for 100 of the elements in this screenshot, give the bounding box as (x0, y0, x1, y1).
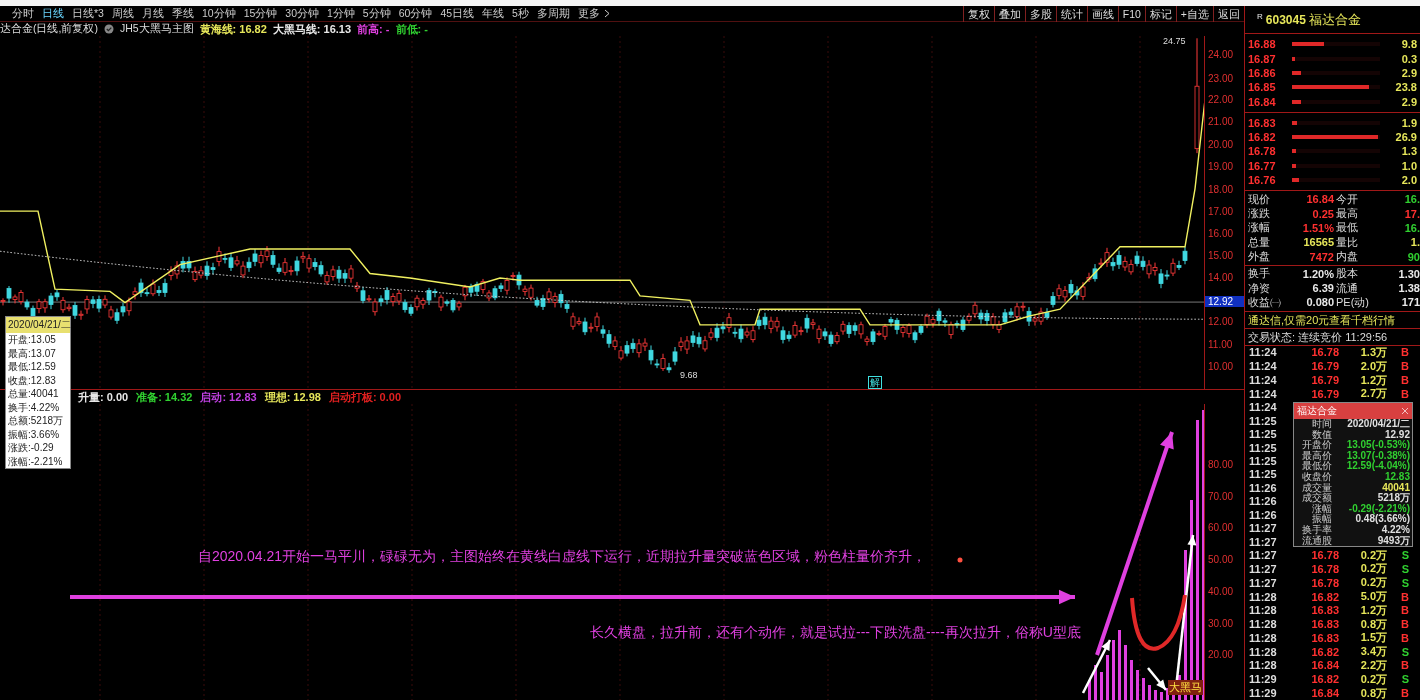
period-tab[interactable]: 周线 (107, 6, 138, 21)
popup-label: 收盘价 (1301, 471, 1332, 483)
period-tab[interactable]: 5分钟 (358, 6, 395, 21)
trade-volume: 3.4万 (1359, 644, 1387, 660)
low-price-label: 9.68 (680, 370, 698, 380)
trade-volume: 2.7万 (1359, 386, 1387, 402)
badge-label: R (1257, 12, 1263, 21)
toolbar-button[interactable]: 多股 (1024, 5, 1056, 22)
period-tab[interactable]: 多周期 (532, 6, 574, 21)
popup-value: 12.92 (1383, 429, 1410, 440)
axis-label: 17.00 (1208, 206, 1234, 217)
trade-side: S (1400, 576, 1409, 589)
trade-side: B (1400, 374, 1409, 387)
toolbar-button[interactable]: 画线 (1086, 5, 1118, 22)
indicator-value: 大黑马线: 16.13 (272, 21, 352, 37)
trade-volume: 0.8万 (1359, 685, 1387, 700)
axis-label: 20.00 (1208, 649, 1234, 661)
axis-label: 30.00 (1208, 617, 1234, 629)
current-price-label: 12.92 (1205, 296, 1244, 308)
order-volume: 9.8 (1400, 38, 1417, 51)
order-volume: 1.3 (1400, 145, 1417, 158)
toolbar-button[interactable]: 复权 (962, 5, 994, 22)
stat-label: 量比 (1336, 234, 1359, 250)
trade-side: B (1400, 618, 1409, 631)
trade-time: 11:28 (1249, 590, 1278, 603)
axis-label: 70.00 (1208, 490, 1234, 502)
trade-price: 16.78 (1310, 562, 1339, 575)
tooltip-row-text: 最低:12.59 (7, 360, 57, 374)
period-tab[interactable]: 季线 (167, 6, 198, 21)
period-tab[interactable]: 10分钟 (197, 6, 240, 21)
popup-value: 5218万 (1376, 493, 1410, 504)
trade-volume: 0.8万 (1359, 616, 1387, 632)
popup-label: 最低价 (1301, 461, 1332, 472)
tooltip-row-text: 振幅:3.66% (7, 427, 61, 441)
dot-icon (957, 557, 963, 563)
order-volume: 0.3 (1400, 52, 1417, 65)
toolbar-button[interactable]: +自选 (1175, 5, 1213, 22)
axis-label: 18.00 (1208, 184, 1234, 195)
axis-label: 80.00 (1208, 459, 1234, 470)
u-curve (1130, 594, 1187, 651)
stat-value: 16. (1403, 193, 1420, 206)
trade-price: 16.79 (1310, 387, 1339, 400)
toolbar-button[interactable]: 叠加 (993, 5, 1025, 22)
trade-time: 11:25 (1249, 428, 1278, 441)
toolbar-button[interactable]: 标记 (1144, 5, 1176, 22)
popup-value: 4.22% (1381, 524, 1410, 536)
stat-label: 换手 (1248, 266, 1271, 282)
period-tab[interactable]: 1分钟 (323, 6, 359, 21)
stat-label: 最高 (1336, 206, 1359, 222)
stat-value: 1.30 (1397, 267, 1420, 280)
trade-time: 11:28 (1249, 631, 1278, 644)
trade-time: 11:24 (1249, 360, 1278, 373)
period-tab[interactable]: 日线 (38, 6, 68, 21)
more-tab[interactable]: 更多 (573, 6, 604, 21)
promo-link[interactable]: 通达信,仅需20元查看千档行情 (1245, 311, 1420, 329)
period-tab[interactable]: 30分钟 (281, 6, 323, 21)
popup-title: 福达合金 (1297, 404, 1337, 418)
axis-label: 20.00 (1208, 139, 1234, 150)
popup-label: 流通股 (1301, 535, 1332, 547)
popup-value: 0.48(3.66%) (1355, 514, 1410, 525)
tooltip-row-text: 换手:4.22% (7, 400, 61, 414)
trade-time: 11:25 (1249, 468, 1278, 481)
trade-time: 11:26 (1249, 481, 1278, 494)
check-circle-icon (103, 24, 114, 34)
period-tab[interactable]: 45日线 (436, 6, 479, 21)
period-tab[interactable]: 日线*3 (68, 6, 108, 21)
trade-time: 11:25 (1249, 441, 1278, 454)
trade-time: 11:27 (1249, 549, 1278, 562)
trade-time: 11:24 (1249, 374, 1278, 387)
trade-price: 16.84 (1310, 659, 1339, 672)
period-tab[interactable]: 分时 (8, 6, 38, 21)
toolbar-button[interactable]: 统计 (1055, 5, 1087, 22)
stat-label: 总量 (1248, 234, 1271, 250)
small-arrow (1147, 667, 1167, 691)
close-icon[interactable] (1401, 407, 1409, 415)
trade-time: 11:27 (1249, 522, 1278, 535)
tooltip-row-text: 涨幅:-2.21% (7, 454, 64, 468)
period-tab[interactable]: 年线 (478, 6, 509, 21)
order-price: 16.78 (1248, 145, 1277, 158)
stat-label: 现价 (1248, 191, 1271, 207)
period-tab[interactable]: 15分钟 (239, 6, 282, 21)
trade-price: 16.84 (1310, 687, 1339, 700)
axis-label: 15.00 (1208, 250, 1234, 261)
trade-side: B (1400, 590, 1409, 603)
period-tab[interactable]: 月线 (137, 6, 168, 21)
stat-value: 1.38 (1397, 282, 1420, 295)
tooltip-row-text: 总量:40041 (7, 387, 60, 401)
period-tab[interactable]: 5秒 (508, 6, 533, 21)
toolbar-button[interactable]: F10 (1117, 5, 1145, 22)
stat-label: PE(动) (1336, 294, 1368, 310)
order-volume: 2.0 (1400, 174, 1417, 187)
period-tab[interactable]: 60分钟 (394, 6, 437, 21)
indicator-value: 前低: - (395, 21, 428, 37)
indicator-name: JH5大黑马主图 (119, 22, 194, 36)
indicator-value: 前高: - (357, 21, 390, 37)
trade-time: 11:25 (1249, 455, 1278, 468)
order-volume: 2.9 (1400, 66, 1417, 79)
stat-label: 涨幅 (1248, 220, 1271, 236)
trade-price: 16.78 (1310, 576, 1339, 589)
toolbar-button[interactable]: 返回 (1213, 5, 1244, 22)
